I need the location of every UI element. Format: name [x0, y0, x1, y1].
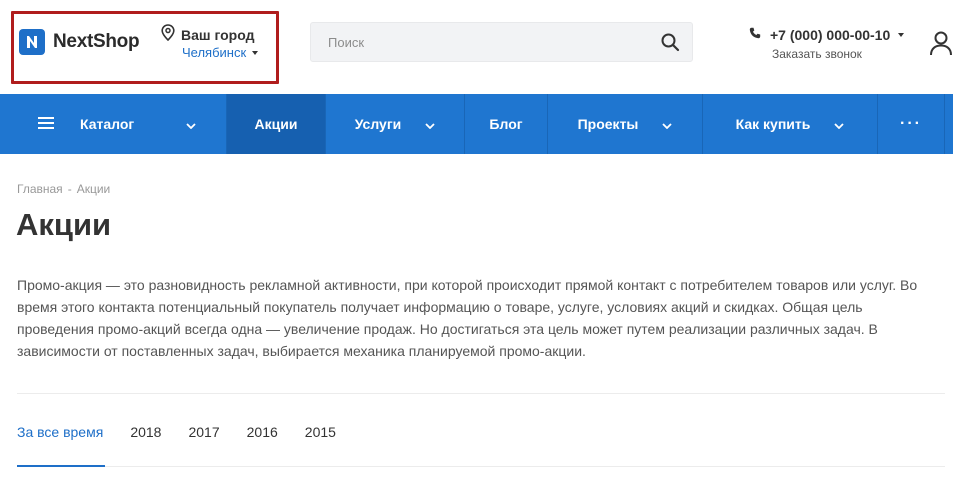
page-title: Акции	[16, 207, 112, 242]
site-header: NextShop Ваш город Челябинск Поиск +7 (0…	[0, 0, 953, 94]
nav-item-services[interactable]: Услуги	[326, 94, 465, 154]
nav-label: Блог	[489, 116, 523, 132]
nav-label: Акции	[254, 116, 298, 132]
phone-icon	[749, 26, 761, 44]
chevron-down-icon	[425, 116, 435, 132]
nav-item-blog[interactable]: Блог	[465, 94, 548, 154]
logo-text: NextShop	[53, 31, 140, 52]
hamburger-icon	[38, 116, 54, 133]
n-logo-icon	[19, 29, 45, 55]
tab-2018[interactable]: 2018	[130, 424, 161, 440]
breadcrumb: Главная - Акции	[17, 182, 110, 196]
more-icon: ···	[900, 115, 922, 132]
caret-down-icon[interactable]	[898, 33, 905, 37]
search-box	[310, 22, 693, 62]
nav-item-how-to-buy[interactable]: Как купить	[703, 94, 878, 154]
city-label: Ваш город	[181, 27, 255, 43]
main-nav: Каталог Акции Услуги Блог Проекты Как ку…	[0, 94, 953, 154]
divider	[17, 466, 945, 467]
tab-2016[interactable]: 2016	[247, 424, 278, 440]
caret-down-icon	[252, 50, 259, 55]
callback-link[interactable]: Заказать звонок	[772, 47, 862, 61]
nav-label: Проекты	[577, 116, 639, 132]
breadcrumb-separator: -	[67, 182, 72, 196]
page-description: Промо-акция — это разновидность рекламно…	[17, 277, 918, 359]
divider	[17, 393, 945, 394]
tab-2017[interactable]: 2017	[188, 424, 219, 440]
chevron-down-icon	[662, 116, 673, 132]
nav-item-promotions[interactable]: Акции	[227, 94, 326, 154]
nav-item-projects[interactable]: Проекты	[548, 94, 703, 154]
nav-label: Как купить	[735, 116, 811, 132]
year-tabs: За все время 2018 2017 2016 2015	[17, 424, 363, 440]
active-tab-underline	[17, 465, 105, 467]
breadcrumb-home[interactable]: Главная	[17, 182, 63, 196]
nav-label: Услуги	[354, 116, 402, 132]
nav-label: Каталог	[80, 116, 135, 132]
search-icon[interactable]	[660, 32, 680, 52]
breadcrumb-current: Акции	[76, 182, 111, 196]
chevron-down-icon	[186, 116, 196, 132]
phone-block[interactable]: +7 (000) 000-00-10 Заказать звонок	[749, 26, 905, 61]
tab-2015[interactable]: 2015	[305, 424, 336, 440]
tab-all-time[interactable]: За все время	[17, 424, 103, 440]
search-input[interactable]	[311, 23, 651, 61]
city-name: Челябинск	[182, 45, 247, 60]
chevron-down-icon	[834, 116, 844, 132]
city-selector[interactable]: Ваш город Челябинск	[161, 24, 259, 60]
nav-item-more[interactable]: ···	[878, 94, 945, 154]
phone-number[interactable]: +7 (000) 000-00-10	[770, 27, 890, 43]
nav-item-catalog[interactable]: Каталог	[0, 94, 227, 154]
user-icon[interactable]	[929, 30, 953, 56]
city-dropdown[interactable]: Челябинск	[182, 45, 259, 60]
map-pin-icon	[161, 24, 175, 46]
logo[interactable]: NextShop	[19, 29, 140, 55]
